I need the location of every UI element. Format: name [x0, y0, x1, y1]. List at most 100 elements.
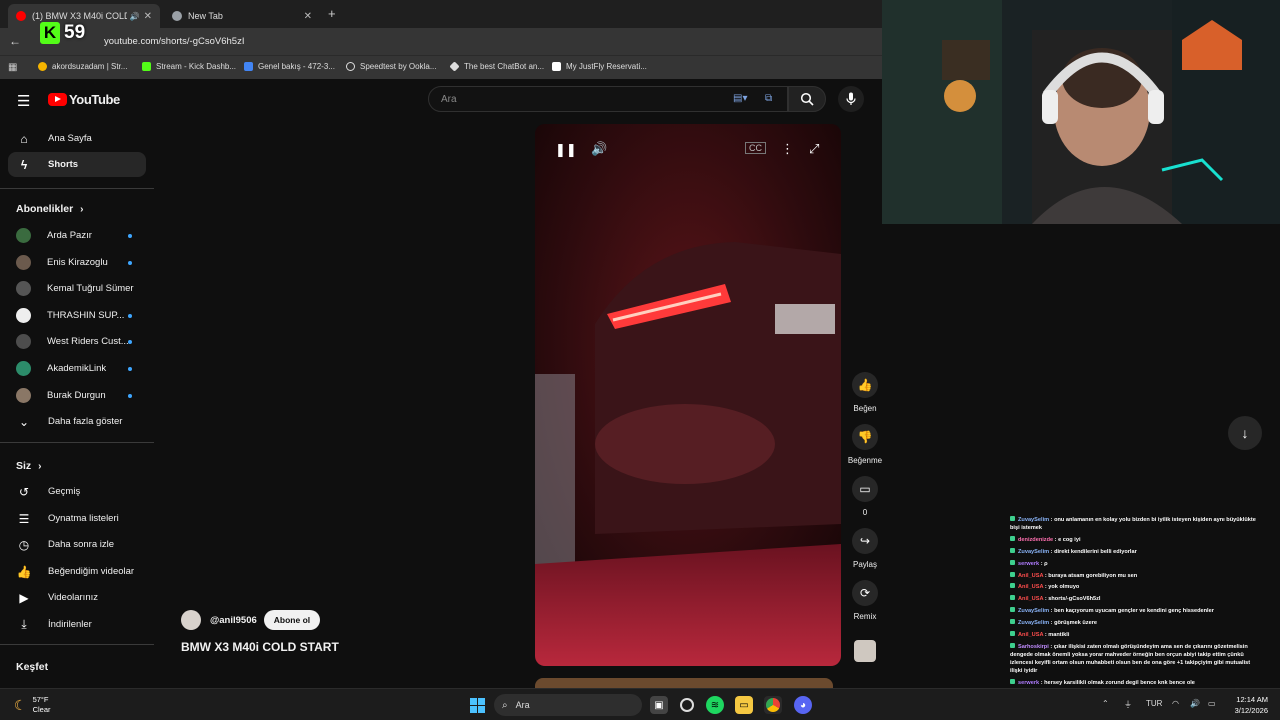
like-button[interactable]: 👍 Beğen [845, 372, 882, 413]
sidebar-item-your-videos[interactable]: ▶ Videolarınız [8, 585, 146, 610]
sound-thumbnail[interactable] [845, 640, 882, 662]
webcam-image [882, 0, 1280, 224]
tray-chevron-icon[interactable]: ⌃ [1102, 699, 1109, 708]
speaker-icon[interactable]: 🔊 [130, 12, 140, 21]
bookmark-item[interactable]: akordsuzadam | Str... [38, 62, 127, 71]
weather-widget[interactable]: ☾ 57°F Clear [14, 695, 51, 715]
channel-thumbnail [854, 640, 876, 662]
new-content-dot [128, 366, 132, 371]
justfly-favicon-icon [552, 62, 561, 71]
chat-username[interactable]: Anil_USA [1018, 596, 1043, 602]
avatar [16, 388, 31, 403]
sidebar-item-subscription[interactable]: AkademikLink [8, 356, 146, 381]
you-heading[interactable]: Siz › [16, 460, 41, 472]
chrome-icon[interactable] [764, 696, 782, 714]
share-button[interactable]: ↪ Paylaş [845, 528, 882, 569]
avatar [16, 334, 31, 349]
sidebar-item-watch-later[interactable]: ◷ Daha sonra izle [8, 532, 146, 557]
chat-username[interactable]: Anil_USA [1018, 573, 1043, 579]
sidebar-item-subscription[interactable]: Burak Durgun [8, 383, 146, 408]
volume-icon[interactable]: 🔊 [1190, 699, 1200, 708]
sidebar-item-downloads[interactable]: ⤓ İndirilenler [8, 612, 146, 637]
sidebar-item-subscription[interactable]: Kemal Tuğrul Sümer [8, 276, 146, 301]
chat-username[interactable]: Anil_USA [1018, 632, 1043, 638]
captions-icon[interactable]: CC [745, 142, 766, 154]
chrome-favicon-icon [172, 11, 182, 21]
remix-button[interactable]: ⟳ Remix [845, 580, 882, 621]
next-short-preview[interactable] [535, 678, 833, 688]
pause-icon[interactable]: ❚❚ [555, 142, 577, 158]
subscriptions-heading[interactable]: Abonelikler › [16, 203, 83, 215]
fullscreen-icon[interactable]: ⤢ [809, 141, 819, 157]
discord-icon[interactable]: ◕ [794, 696, 812, 714]
comments-button[interactable]: ▭ 0 [845, 476, 882, 517]
task-view-icon[interactable]: ▣ [650, 696, 668, 714]
battery-icon[interactable]: ▭ [1208, 699, 1216, 708]
chat-username[interactable]: ZuvaySelim [1018, 549, 1049, 555]
sidebar-item-shorts[interactable]: ϟ Shorts [8, 152, 146, 177]
voice-search-button[interactable] [838, 86, 864, 112]
new-tab-plus-icon[interactable]: + [328, 6, 336, 21]
back-arrow-icon[interactable]: ← [9, 34, 21, 48]
share-icon: ↪ [852, 528, 878, 554]
apps-grid-icon[interactable]: ▦ [8, 62, 17, 73]
sidebar-item-subscription[interactable]: THRASHIN SUP... [8, 303, 146, 328]
file-explorer-icon[interactable]: ▭ [735, 696, 753, 714]
sidebar-item-playlists[interactable]: ☰ Oynatma listeleri [8, 506, 146, 531]
close-tab-icon[interactable]: ✕ [144, 11, 152, 22]
short-title[interactable]: BMW X3 M40i COLD START [181, 640, 339, 654]
chat-username[interactable]: ZuvaySelim [1018, 608, 1049, 614]
sidebar-item-subscription[interactable]: Enis Kirazoglu [8, 250, 146, 275]
chat-username[interactable]: serwerk [1018, 680, 1039, 686]
sidebar-item-history[interactable]: ↺ Geçmiş [8, 479, 146, 504]
short-video-player[interactable]: ❚❚ 🔊 CC ⋮ ⤢ [535, 124, 841, 666]
sidebar-show-more[interactable]: ⌄ Daha fazla göster [8, 409, 146, 434]
search-button[interactable] [788, 86, 826, 112]
spotify-icon[interactable]: ≋ [706, 696, 724, 714]
sidebar-item-liked-videos[interactable]: 👍 Beğendiğim videolar [8, 559, 146, 584]
windows-start-icon[interactable] [470, 698, 485, 713]
hamburger-menu-icon[interactable]: ☰ [17, 92, 30, 110]
chat-username[interactable]: ZuvaySelim [1018, 620, 1049, 626]
channel-name[interactable]: @anil9506 [210, 615, 257, 626]
obs-icon[interactable] [678, 696, 696, 714]
bookmark-item[interactable]: Genel bakış - 472-3... [244, 62, 335, 71]
bookmark-item[interactable]: The best ChatBot an... [449, 61, 544, 72]
system-clock[interactable]: 12:14 AM 3/12/2026 [1222, 694, 1268, 716]
bookmark-item[interactable]: My JustFly Reservati... [552, 62, 647, 71]
remix-icon: ⟳ [852, 580, 878, 606]
chat-message: ZuvaySelim : direkt kendilerini belli ed… [1010, 547, 1260, 556]
chat-username[interactable]: Anil_USA [1018, 584, 1043, 590]
search-input[interactable] [429, 87, 689, 111]
chat-username[interactable]: ZuvaySelim [1018, 517, 1049, 523]
translate-extension-icon[interactable]: ▤▾ [733, 93, 747, 104]
chat-username[interactable]: serwerk [1018, 561, 1039, 567]
bookmark-item[interactable]: Speedtest by Ookla... [346, 62, 437, 71]
avatar[interactable] [181, 610, 201, 630]
close-tab-icon[interactable]: ✕ [304, 11, 312, 22]
taskbar-search[interactable]: ⌕ Ara [494, 694, 642, 716]
language-indicator[interactable]: TUR [1146, 699, 1162, 708]
tab-title: New Tab [188, 11, 223, 21]
dislike-button[interactable]: 👎 Beğenme [845, 424, 882, 465]
chat-message: serwerk : hersey karsilikli olmak zorund… [1010, 678, 1260, 687]
sidebar-item-home[interactable]: ⌂ Ana Sayfa [8, 126, 146, 151]
screen-search-icon[interactable]: ⧉ [765, 93, 772, 104]
more-options-icon[interactable]: ⋮ [781, 141, 794, 157]
subscribe-button[interactable]: Abone ol [263, 610, 321, 630]
next-short-button[interactable]: ↓ [1228, 416, 1262, 450]
volume-icon[interactable]: 🔊 [591, 141, 607, 157]
bookmark-item[interactable]: Stream - Kick Dashb... [142, 62, 236, 71]
wifi-icon[interactable]: ◠ [1172, 699, 1179, 708]
url-field[interactable]: youtube.com/shorts/-gCsoV6h5zI [104, 36, 244, 47]
thumbs-down-icon: 👎 [852, 424, 878, 450]
sidebar-item-subscription[interactable]: Arda Pazır [8, 223, 146, 248]
chat-message: ZuvaySelim : onu anlamanın en kolay yolu… [1010, 516, 1260, 532]
tab-new-tab[interactable]: New Tab ✕ [164, 4, 320, 28]
sidebar-item-subscription[interactable]: West Riders Cust... [8, 329, 146, 354]
network-icon[interactable]: ⏚ [1124, 699, 1132, 710]
chat-username[interactable]: Sarhoskirpi [1018, 644, 1049, 650]
chat-username[interactable]: denizdenizde [1018, 537, 1053, 543]
new-content-dot [128, 313, 132, 318]
youtube-logo[interactable]: YouTube [48, 92, 120, 107]
